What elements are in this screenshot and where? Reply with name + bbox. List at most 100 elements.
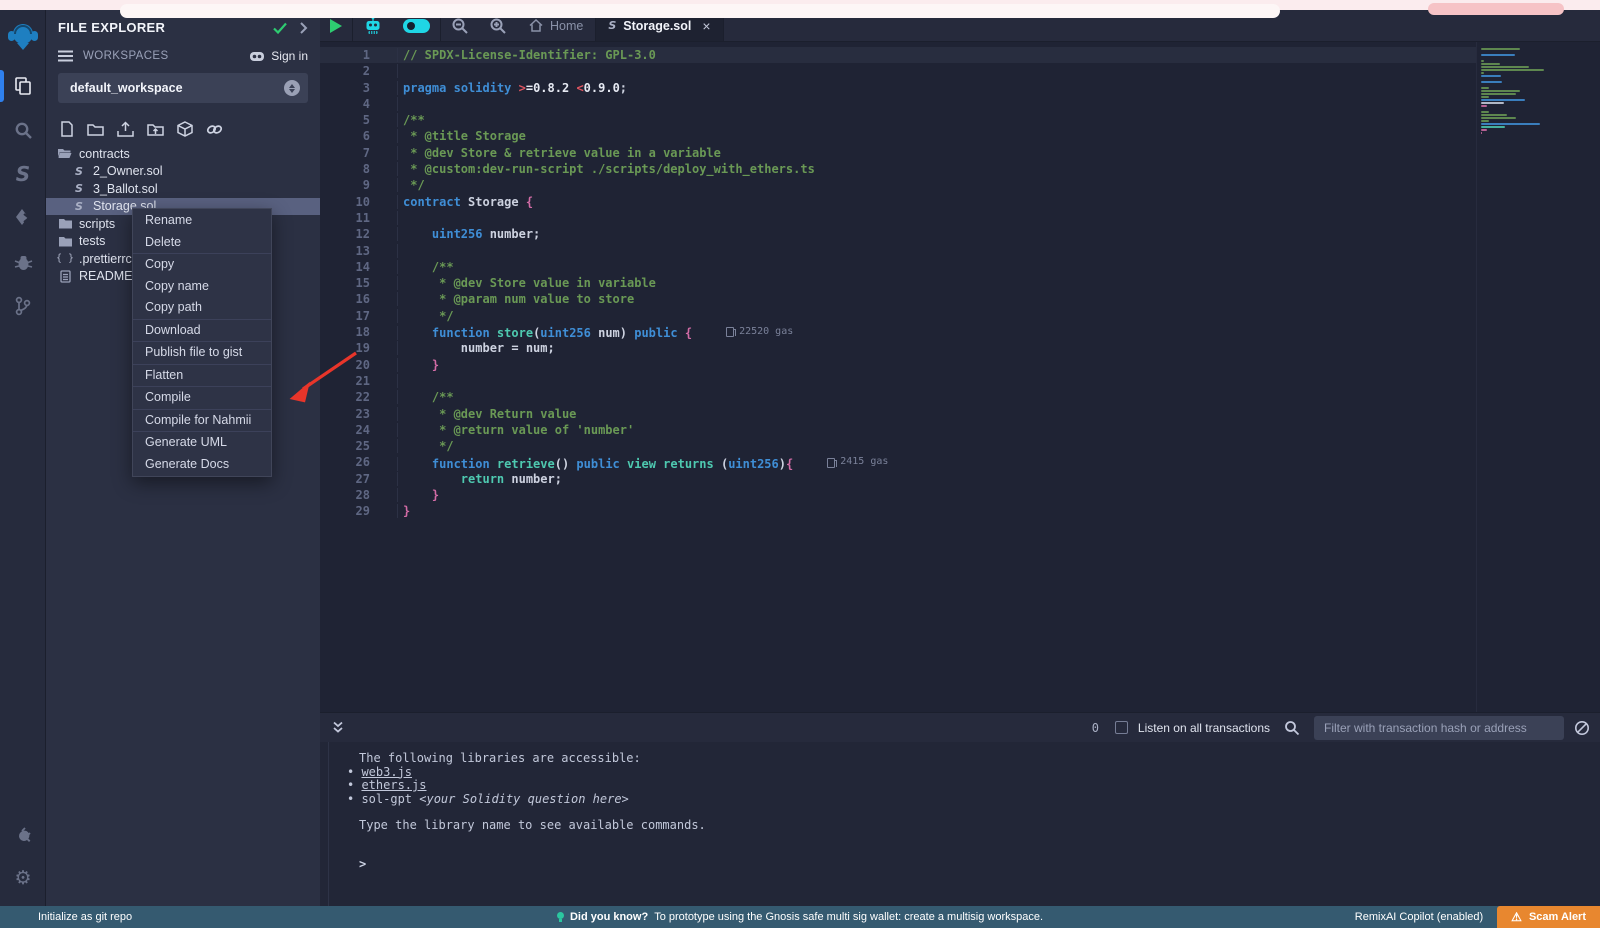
code-line-24[interactable]: 24 * @return value of 'number' bbox=[320, 422, 1476, 438]
code-line-14[interactable]: 14 /** bbox=[320, 259, 1476, 275]
code-line-18[interactable]: 18 function store(uint256 num) public {2… bbox=[320, 324, 1476, 340]
context-menu-item-rename[interactable]: Rename bbox=[133, 210, 271, 232]
warning-icon: ⚠ bbox=[1511, 911, 1522, 923]
debugger-icon[interactable] bbox=[0, 240, 46, 284]
terminal-expand-icon[interactable] bbox=[320, 721, 356, 734]
clear-terminal-icon[interactable] bbox=[1574, 720, 1590, 736]
main-area: Home S Storage.sol × 1// SPDX-License-Id… bbox=[320, 10, 1600, 906]
transaction-filter-input[interactable] bbox=[1314, 716, 1564, 740]
scam-alert-button[interactable]: ⚠ Scam Alert bbox=[1497, 906, 1600, 928]
context-menu-item-generate-uml[interactable]: Generate UML bbox=[133, 432, 271, 454]
code-line-4[interactable]: 4 bbox=[320, 96, 1476, 112]
code-line-13[interactable]: 13 bbox=[320, 243, 1476, 259]
file-explorer-icon[interactable] bbox=[0, 64, 46, 108]
terminal[interactable]: The following libraries are accessible: … bbox=[320, 742, 1600, 906]
context-menu-item-copy[interactable]: Copy bbox=[133, 254, 271, 276]
code-editor[interactable]: 1// SPDX-License-Identifier: GPL-3.023pr… bbox=[320, 42, 1600, 712]
code-line-15[interactable]: 15 * @dev Store value in variable bbox=[320, 275, 1476, 291]
new-file-icon[interactable] bbox=[60, 121, 74, 137]
context-menu-item-compile[interactable]: Compile bbox=[133, 387, 271, 409]
workspace-name: default_workspace bbox=[70, 81, 284, 95]
browser-chrome-strip bbox=[0, 0, 1600, 10]
code-line-22[interactable]: 22 /** bbox=[320, 389, 1476, 405]
init-git-repo-button[interactable]: Initialize as git repo bbox=[0, 911, 132, 923]
code-line-7[interactable]: 7 * @dev Store & retrieve value in a var… bbox=[320, 145, 1476, 161]
code-line-12[interactable]: 12 uint256 number; bbox=[320, 226, 1476, 242]
code-line-16[interactable]: 16 * @param num value to store bbox=[320, 291, 1476, 307]
sign-in-button[interactable]: Sign in bbox=[249, 49, 308, 63]
context-menu: RenameDeleteCopyCopy nameCopy pathDownlo… bbox=[132, 208, 272, 477]
solidity-compiler-icon[interactable]: S bbox=[0, 152, 46, 196]
code-line-6[interactable]: 6 * @title Storage bbox=[320, 128, 1476, 144]
file-2-owner-sol[interactable]: S 2_Owner.sol bbox=[46, 163, 320, 181]
code-line-3[interactable]: 3pragma solidity >=0.8.2 <0.9.0; bbox=[320, 80, 1476, 96]
icon-rail: S bbox=[0, 10, 46, 906]
check-icon bbox=[273, 22, 287, 34]
code-line-1[interactable]: 1// SPDX-License-Identifier: GPL-3.0 bbox=[320, 47, 1476, 63]
solidity-file-icon: S bbox=[608, 19, 616, 32]
terminal-search-icon[interactable] bbox=[1284, 720, 1300, 736]
code-line-19[interactable]: 19 number = num; bbox=[320, 340, 1476, 356]
upload-file-icon[interactable] bbox=[117, 121, 134, 137]
remix-logo[interactable] bbox=[0, 10, 46, 64]
code-line-8[interactable]: 8 * @custom:dev-run-script ./scripts/dep… bbox=[320, 161, 1476, 177]
context-menu-item-generate-docs[interactable]: Generate Docs bbox=[133, 454, 271, 476]
plugin-manager-icon[interactable] bbox=[0, 812, 46, 856]
deploy-run-icon[interactable] bbox=[0, 196, 46, 240]
code-line-21[interactable]: 21 bbox=[320, 373, 1476, 389]
code-line-10[interactable]: 10contract Storage { bbox=[320, 194, 1476, 210]
code-line-17[interactable]: 17 */ bbox=[320, 308, 1476, 324]
code-line-11[interactable]: 11 bbox=[320, 210, 1476, 226]
terminal-hint: Type the library name to see available c… bbox=[359, 819, 1600, 833]
code-line-9[interactable]: 9 */ bbox=[320, 177, 1476, 193]
chevron-right-icon[interactable] bbox=[299, 22, 308, 34]
context-menu-item-copy-path[interactable]: Copy path bbox=[133, 297, 271, 319]
context-menu-item-copy-name[interactable]: Copy name bbox=[133, 276, 271, 298]
code-line-26[interactable]: 26 function retrieve() public view retur… bbox=[320, 454, 1476, 470]
status-bar: Initialize as git repo Did you know? To … bbox=[0, 906, 1600, 928]
editor-minimap[interactable] bbox=[1476, 42, 1600, 712]
solidity-file-icon: S bbox=[72, 182, 86, 195]
file-3-ballot-sol[interactable]: S 3_Ballot.sol bbox=[46, 180, 320, 198]
context-menu-item-download[interactable]: Download bbox=[133, 320, 271, 342]
terminal-intro: The following libraries are accessible: bbox=[359, 752, 1600, 766]
workspace-dropdown[interactable]: default_workspace bbox=[58, 73, 308, 103]
context-menu-item-flatten[interactable]: Flatten bbox=[133, 365, 271, 387]
tab-close-icon[interactable]: × bbox=[702, 18, 710, 34]
home-icon bbox=[529, 19, 543, 32]
settings-gear-icon[interactable]: ⚙ bbox=[0, 856, 46, 900]
new-folder-icon[interactable] bbox=[87, 122, 104, 137]
code-line-25[interactable]: 25 */ bbox=[320, 438, 1476, 454]
listen-transactions-label: Listen on all transactions bbox=[1138, 721, 1270, 735]
upload-folder-icon[interactable] bbox=[147, 122, 164, 137]
hamburger-menu-icon[interactable] bbox=[58, 50, 73, 62]
code-line-23[interactable]: 23 * @dev Return value bbox=[320, 406, 1476, 422]
code-line-20[interactable]: 20 } bbox=[320, 357, 1476, 373]
link-icon[interactable] bbox=[206, 122, 223, 137]
folder-contracts[interactable]: contracts bbox=[46, 145, 320, 163]
context-menu-item-compile-for-nahmii[interactable]: Compile for Nahmii bbox=[133, 410, 271, 432]
terminal-link[interactable]: ethers.js bbox=[361, 778, 426, 792]
github-icon bbox=[249, 50, 265, 63]
cube-icon[interactable] bbox=[177, 121, 193, 137]
context-menu-item-publish-file-to-gist[interactable]: Publish file to gist bbox=[133, 342, 271, 364]
code-line-28[interactable]: 28 } bbox=[320, 487, 1476, 503]
code-line-5[interactable]: 5/** bbox=[320, 112, 1476, 128]
terminal-link[interactable]: web3.js bbox=[361, 765, 412, 779]
git-icon[interactable] bbox=[0, 284, 46, 328]
context-menu-item-delete[interactable]: Delete bbox=[133, 232, 271, 254]
search-icon[interactable] bbox=[0, 108, 46, 152]
terminal-library-item: web3.js bbox=[347, 766, 1600, 780]
folder-icon bbox=[58, 236, 72, 247]
file-explorer-panel: FILE EXPLORER WORKSPACES bbox=[46, 10, 320, 906]
code-line-2[interactable]: 2 bbox=[320, 63, 1476, 79]
terminal-prompt[interactable]: > bbox=[359, 857, 1600, 871]
terminal-library-item: sol-gpt <your Solidity question here> bbox=[347, 793, 1600, 807]
copilot-status[interactable]: RemixAI Copilot (enabled) bbox=[1355, 911, 1497, 923]
text-file-icon bbox=[58, 270, 72, 283]
listen-transactions-checkbox[interactable] bbox=[1115, 721, 1128, 734]
workspace-sort-icon bbox=[284, 80, 300, 96]
terminal-header: 0 Listen on all transactions bbox=[320, 712, 1600, 742]
code-line-27[interactable]: 27 return number; bbox=[320, 471, 1476, 487]
code-line-29[interactable]: 29} bbox=[320, 503, 1476, 519]
